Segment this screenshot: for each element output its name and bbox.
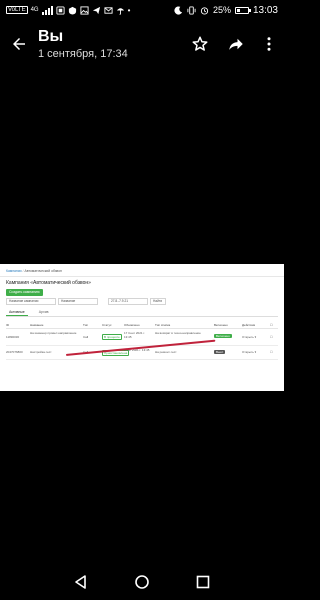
photo-row-icon: ☐: [270, 350, 273, 354]
photo-cell-updated: 17 Сент 2021 г. 13:45: [124, 331, 145, 339]
photo-breadcrumb-item: Автоматический обзвон: [24, 269, 62, 273]
network-type: 4G: [30, 7, 39, 13]
share-arrow-icon: [229, 38, 243, 50]
telegram-icon: [92, 6, 100, 14]
signal-icon: [41, 5, 53, 15]
photo-tab-archive: Архив: [38, 310, 49, 314]
notification-icon: [56, 5, 65, 15]
status-right: 25% 13:03: [174, 5, 278, 16]
vibrate-icon: [187, 5, 196, 15]
photo-breadcrumb: Кампании/Автоматический обзвон: [6, 269, 62, 273]
photo-col-header: Название: [30, 323, 44, 327]
battery-percent: 25%: [212, 5, 231, 15]
star-icon: [192, 36, 208, 51]
nav-back-button[interactable]: [66, 567, 96, 597]
photo-col-header: Действия: [242, 323, 256, 327]
photo-cell-id: 2047076800: [6, 350, 23, 354]
photo-image[interactable]: Кампании/Автоматический обзвон Кампания …: [0, 264, 284, 391]
circle-home-icon: [135, 575, 149, 589]
photo-create-button: Создать кампанию: [6, 289, 43, 296]
umbrella-icon: [116, 7, 124, 15]
status-bar: VoLTE 4G • 25% 13:03: [0, 0, 284, 20]
system-nav-bar: [0, 564, 284, 600]
clock: 13:03: [252, 4, 278, 16]
more-vert-icon: [267, 37, 271, 51]
photo-tab-active: Активные: [6, 308, 28, 316]
photo-cell-action: Открыть ▾: [242, 350, 257, 354]
photo-col-header: Обновлено: [124, 323, 140, 327]
photo-divider: [0, 276, 284, 277]
photo-cell-type: Call: [83, 335, 89, 339]
photo-cell-enabled: Включено: [214, 334, 232, 338]
photo-cell-list-type: На ремонт-тест: [155, 350, 177, 354]
photo-col-header: Тип: [83, 323, 89, 327]
nav-recents-button[interactable]: [188, 567, 218, 597]
alarm-icon: [200, 6, 209, 15]
vpn-icon: [68, 6, 76, 15]
photo-table: ID Название Тип Статус Обновлено Тип спи…: [6, 321, 278, 360]
image-icon: [80, 5, 89, 15]
photo-col-header: Статус: [102, 323, 112, 327]
photo-filter-date: 27.8.-7.9.21: [108, 298, 148, 305]
battery-icon: [234, 6, 251, 14]
square-recents-icon: [197, 575, 210, 589]
status-left: VoLTE 4G •: [6, 5, 174, 15]
volte-indicator: VoLTE: [6, 6, 28, 14]
triangle-back-icon: [74, 575, 86, 589]
photo-cell-name: На инженер провел направление: [30, 331, 77, 335]
back-button[interactable]: [0, 20, 38, 68]
header-titles: Вы 1 сентября, 17:34: [38, 27, 182, 61]
do-not-disturb-icon: [174, 5, 183, 15]
photo-cell-status: В процессе: [102, 334, 122, 340]
arrow-back-icon: [13, 38, 25, 50]
photo-expand-icon: ☐: [270, 323, 273, 327]
photo-cell-action: Открыть ▾: [242, 335, 257, 339]
photo-filter-search: Найти: [150, 298, 166, 305]
photo-table-row: 11890030 На инженер провел направление C…: [6, 329, 278, 346]
photo-col-header: ID: [6, 323, 9, 327]
photo-page-title: Кампания «Автоматический обзвон»: [6, 280, 91, 286]
sender-name: Вы: [38, 28, 64, 45]
photo-col-header: Включено: [214, 323, 228, 327]
more-dots: •: [127, 5, 131, 15]
app-bar: Вы 1 сентября, 17:34: [0, 20, 284, 68]
share-button[interactable]: [218, 20, 254, 68]
message-timestamp: 1 сентября, 17:34: [38, 48, 128, 60]
photo-tabs: Активные Архив: [6, 308, 278, 317]
photo-cell-list-type: На возврат в техно-направление: [155, 331, 201, 335]
photo-cell-enabled: Выкл: [214, 350, 226, 354]
photo-breadcrumb-item: Кампании: [6, 269, 22, 273]
photo-table-header: ID Название Тип Статус Обновлено Тип спи…: [6, 321, 278, 329]
photo-filter-title: Название: [58, 298, 98, 305]
overflow-menu-button[interactable]: [254, 20, 284, 68]
photo-cell-name: Настройка-тест: [30, 350, 52, 354]
photo-filter-label: Название кампании: [6, 298, 56, 305]
photo-row-icon: ☐: [270, 335, 273, 339]
photo-col-header: Тип списка: [155, 323, 171, 327]
photo-cell-id: 11890030: [6, 335, 20, 339]
star-button[interactable]: [182, 20, 218, 68]
email-icon: [104, 6, 113, 14]
nav-home-button[interactable]: [127, 567, 157, 597]
